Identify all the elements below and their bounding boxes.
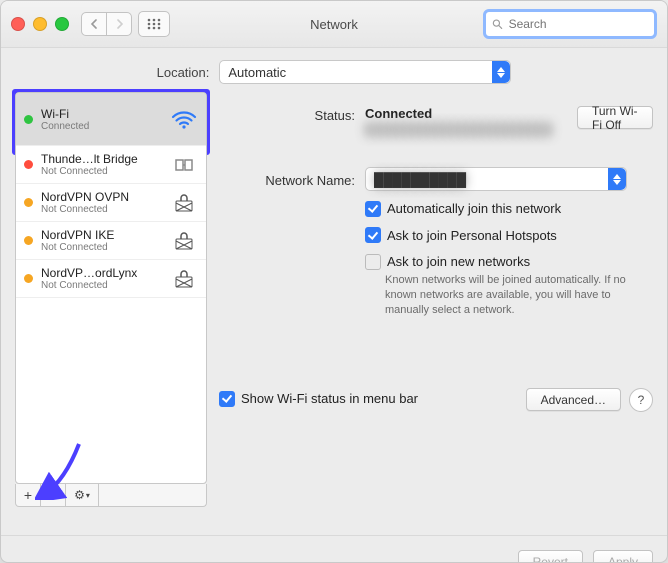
status-label: Status: <box>219 106 365 123</box>
service-actions-button[interactable]: ⚙︎▾ <box>66 484 99 506</box>
vpn-lock-icon <box>170 269 198 289</box>
services-sidebar: Wi-Fi Connected Thunde…lt Bridge Not Con… <box>15 92 207 484</box>
status-dot-icon <box>24 115 33 124</box>
gear-icon: ⚙︎ <box>74 488 85 502</box>
network-name-label: Network Name: <box>219 171 365 188</box>
titlebar: Network <box>1 1 667 48</box>
thunderbolt-bridge-icon <box>170 156 198 174</box>
location-label: Location: <box>157 65 210 80</box>
search-icon <box>492 18 503 30</box>
help-button[interactable]: ? <box>629 388 653 412</box>
service-status: Not Connected <box>41 204 162 215</box>
ask-new-networks-help: Known networks will be joined automatica… <box>365 273 645 318</box>
turn-wifi-off-button[interactable]: Turn Wi-Fi Off <box>577 106 653 129</box>
service-status: Connected <box>41 121 162 132</box>
sidebar-item-nordvpn-ovpn[interactable]: NordVPN OVPN Not Connected <box>16 184 206 222</box>
service-name: Thunde…lt Bridge <box>41 152 162 166</box>
nav-back-forward[interactable] <box>81 12 132 36</box>
search-field[interactable] <box>483 9 657 39</box>
service-name: NordVPN IKE <box>41 228 162 242</box>
sidebar-item-thunderbolt-bridge[interactable]: Thunde…lt Bridge Not Connected <box>16 146 206 184</box>
ask-new-networks-checkbox[interactable]: Ask to join new networks <box>365 254 530 269</box>
status-detail: ████████████████████████ <box>365 123 545 137</box>
back-button[interactable] <box>82 13 106 35</box>
location-value: Automatic <box>220 65 492 80</box>
traffic-lights <box>11 17 69 31</box>
close-window[interactable] <box>11 17 25 31</box>
sidebar-footer: + − ⚙︎▾ <box>15 484 207 507</box>
status-dot-icon <box>24 198 33 207</box>
minimize-window[interactable] <box>33 17 47 31</box>
wifi-icon <box>170 109 198 129</box>
chevron-down-icon: ▾ <box>86 491 90 500</box>
main-panel: Status: Connected ██████████████████████… <box>219 92 653 507</box>
network-name-select[interactable]: ██████████ <box>365 167 627 191</box>
chevron-updown-icon <box>608 168 626 190</box>
network-name-value: ██████████ <box>366 172 608 187</box>
zoom-window[interactable] <box>55 17 69 31</box>
sidebar-item-nordvpn-ike[interactable]: NordVPN IKE Not Connected <box>16 222 206 260</box>
apply-button[interactable]: Apply <box>593 550 653 563</box>
show-wifi-menubar-checkbox[interactable]: Show Wi-Fi status in menu bar <box>219 391 418 408</box>
status-dot-icon <box>24 274 33 283</box>
vpn-lock-icon <box>170 231 198 251</box>
service-name: NordVP…ordLynx <box>41 266 162 280</box>
service-name: Wi-Fi <box>41 107 162 121</box>
remove-service-button[interactable]: − <box>41 484 66 506</box>
ask-hotspots-checkbox[interactable]: Ask to join Personal Hotspots <box>365 228 557 243</box>
advanced-button[interactable]: Advanced… <box>526 388 621 411</box>
status-dot-icon <box>24 236 33 245</box>
forward-button[interactable] <box>106 13 131 35</box>
search-input[interactable] <box>507 16 648 32</box>
service-status: Not Connected <box>41 166 162 177</box>
footer: Revert Apply <box>1 535 667 563</box>
status-value: Connected <box>365 106 545 121</box>
add-service-button[interactable]: + <box>16 484 41 506</box>
show-all-button[interactable] <box>138 11 170 37</box>
chevron-updown-icon <box>492 61 510 83</box>
revert-button[interactable]: Revert <box>518 550 583 563</box>
service-name: NordVPN OVPN <box>41 190 162 204</box>
status-dot-icon <box>24 160 33 169</box>
sidebar-item-wifi[interactable]: Wi-Fi Connected <box>16 93 206 146</box>
service-status: Not Connected <box>41 280 162 291</box>
service-status: Not Connected <box>41 242 162 253</box>
vpn-lock-icon <box>170 193 198 213</box>
sidebar-item-nordvpn-nordlynx[interactable]: NordVP…ordLynx Not Connected <box>16 260 206 298</box>
location-select[interactable]: Automatic <box>219 60 511 84</box>
auto-join-checkbox[interactable]: Automatically join this network <box>365 201 561 216</box>
